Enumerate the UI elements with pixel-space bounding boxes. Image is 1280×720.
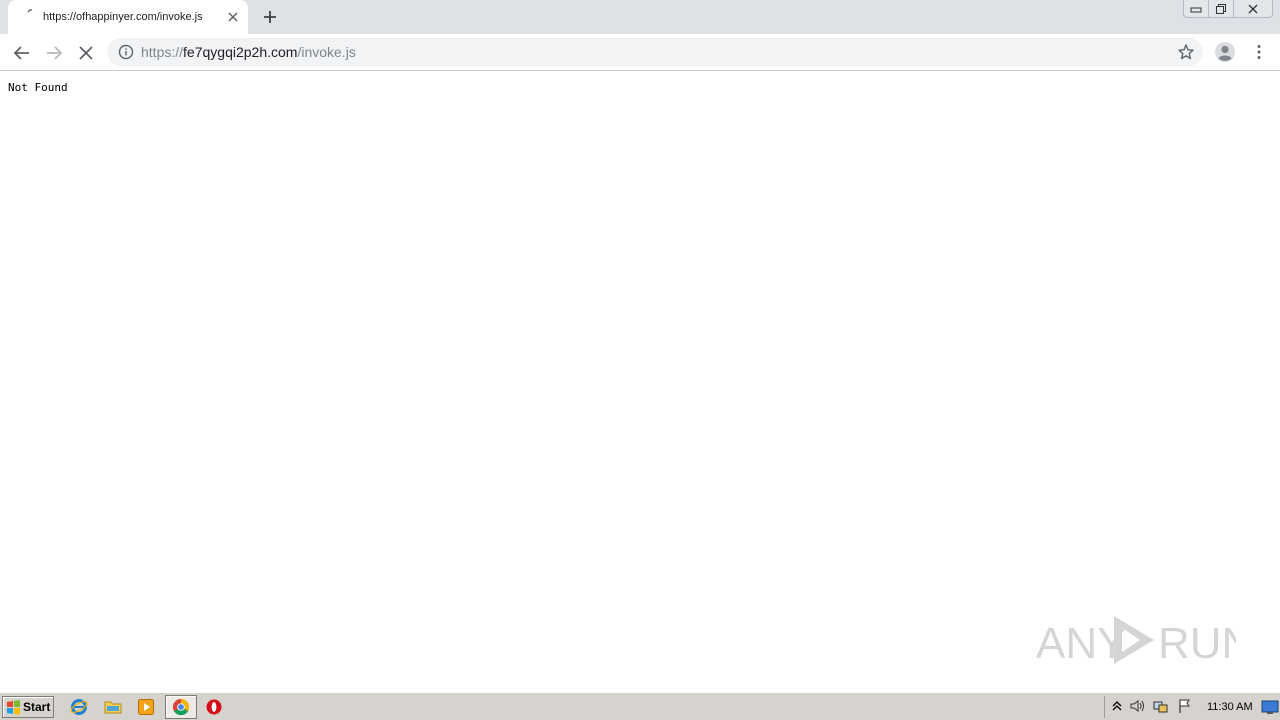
anyrun-watermark-logo: ANY RUN <box>1036 616 1236 668</box>
restore-icon <box>1216 3 1226 14</box>
folder-icon[interactable] <box>104 698 122 716</box>
url-scheme: https:// <box>141 44 184 60</box>
browser-tab[interactable]: https://ofhappinyer.com/invoke.js <box>8 0 248 34</box>
new-tab-icon[interactable] <box>261 8 279 26</box>
volume-icon[interactable] <box>1129 698 1145 714</box>
show-desktop-icon[interactable] <box>1261 699 1279 715</box>
minimize-button[interactable] <box>1183 0 1209 18</box>
url-host: fe7qygqi2p2h.com <box>183 44 298 60</box>
action-center-flag-icon[interactable] <box>1177 698 1193 714</box>
url-text[interactable]: https://fe7qygqi2p2h.com/invoke.js <box>141 44 356 60</box>
media-player-icon[interactable] <box>137 698 155 716</box>
bookmark-star-icon[interactable] <box>1177 43 1195 61</box>
profile-avatar-icon[interactable] <box>1214 41 1236 63</box>
opera-icon[interactable] <box>205 698 223 716</box>
tab-title: https://ofhappinyer.com/invoke.js <box>43 11 203 23</box>
forward-arrow-icon[interactable] <box>44 43 64 63</box>
system-tray: 11:30 AM <box>1104 696 1279 718</box>
page-content: Not Found ANY RUN <box>0 72 1280 692</box>
ie-icon[interactable] <box>70 698 88 716</box>
loading-spinner-icon <box>27 9 33 13</box>
restore-button[interactable] <box>1208 0 1234 18</box>
watermark-text: ANY <box>1036 619 1126 668</box>
svg-text:RUN: RUN <box>1158 619 1236 668</box>
close-icon <box>1248 4 1258 13</box>
browser-toolbar: https://fe7qygqi2p2h.com/invoke.js <box>0 34 1280 71</box>
tab-strip: https://ofhappinyer.com/invoke.js <box>0 0 1280 34</box>
windows-logo-icon <box>7 699 20 715</box>
taskbar: Start 11:30 AM <box>0 692 1280 720</box>
chrome-taskbar-button[interactable] <box>165 695 197 719</box>
close-tab-icon[interactable] <box>225 9 241 25</box>
chrome-icon <box>172 698 190 716</box>
back-arrow-icon[interactable] <box>12 43 32 63</box>
stop-loading-icon[interactable] <box>76 43 96 63</box>
clock[interactable]: 11:30 AM <box>1207 701 1253 713</box>
start-label: Start <box>23 700 51 714</box>
minimize-icon <box>1190 7 1202 12</box>
show-hidden-icons-icon[interactable] <box>1109 698 1125 714</box>
address-bar[interactable]: https://fe7qygqi2p2h.com/invoke.js <box>107 38 1203 66</box>
not-found-text: Not Found <box>8 81 68 94</box>
close-window-button[interactable] <box>1233 0 1273 18</box>
info-icon[interactable] <box>118 44 134 60</box>
network-icon[interactable] <box>1153 698 1169 714</box>
start-button[interactable]: Start <box>2 696 54 718</box>
url-path: /invoke.js <box>297 44 356 60</box>
more-menu-icon[interactable] <box>1250 43 1268 61</box>
